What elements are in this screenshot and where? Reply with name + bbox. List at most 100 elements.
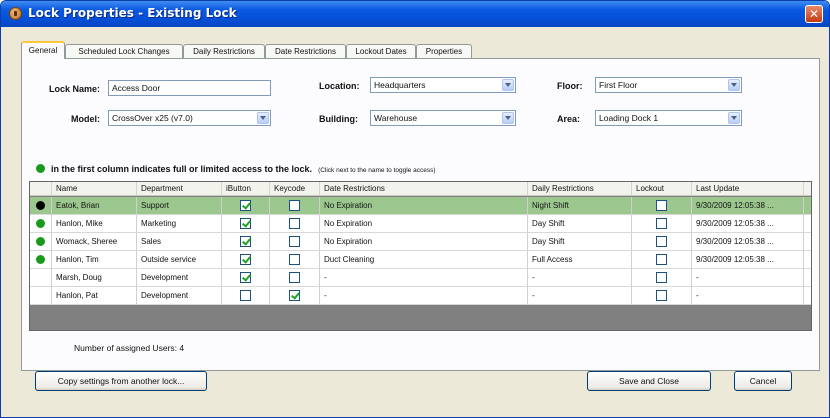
lock-name-value: Access Door bbox=[112, 83, 161, 93]
model-dropdown[interactable]: CrossOver x25 (v7.0) bbox=[108, 110, 271, 126]
access-cell[interactable] bbox=[30, 197, 52, 214]
chevron-down-icon[interactable] bbox=[728, 79, 740, 91]
ibutton-cell bbox=[222, 197, 270, 214]
building-dropdown[interactable]: Warehouse bbox=[370, 110, 516, 126]
lockout-checkbox[interactable] bbox=[656, 290, 667, 301]
lock-name-input[interactable]: Access Door bbox=[108, 80, 271, 96]
cell-date-restrictions: No Expiration bbox=[320, 215, 528, 232]
keycode-checkbox[interactable] bbox=[289, 200, 300, 211]
ibutton-cell bbox=[222, 251, 270, 268]
location-value: Headquarters bbox=[374, 80, 426, 90]
keycode-checkbox[interactable] bbox=[289, 254, 300, 265]
ibutton-cell bbox=[222, 233, 270, 250]
lockout-checkbox[interactable] bbox=[656, 236, 667, 247]
chevron-down-icon[interactable] bbox=[502, 112, 514, 124]
cell-date-restrictions: No Expiration bbox=[320, 197, 528, 214]
ibutton-checkbox[interactable] bbox=[240, 200, 251, 211]
area-dropdown[interactable]: Loading Dock 1 bbox=[595, 110, 742, 126]
lock-properties-window: Lock Properties - Existing Lock ✕ Genera… bbox=[0, 0, 830, 418]
column-header-name[interactable]: Name bbox=[52, 182, 137, 195]
ibutton-checkbox[interactable] bbox=[240, 218, 251, 229]
column-header-date-restrictions[interactable]: Date Restrictions bbox=[320, 182, 528, 195]
keycode-checkbox[interactable] bbox=[289, 236, 300, 247]
title-bar[interactable]: Lock Properties - Existing Lock ✕ bbox=[1, 1, 829, 27]
column-header-lockout[interactable]: Lockout bbox=[632, 182, 692, 195]
location-dropdown[interactable]: Headquarters bbox=[370, 77, 516, 93]
tab-properties[interactable]: Properties bbox=[416, 44, 472, 58]
cell-daily-restrictions: Day Shift bbox=[528, 233, 632, 250]
keycode-checkbox[interactable] bbox=[289, 272, 300, 283]
access-dot-icon[interactable] bbox=[36, 237, 45, 246]
table-row[interactable]: Hanlon, Mike Marketing No Expiration Day Sh… bbox=[30, 215, 811, 233]
access-cell[interactable] bbox=[30, 233, 52, 250]
lockout-checkbox[interactable] bbox=[656, 272, 667, 283]
access-cell[interactable] bbox=[30, 251, 52, 268]
access-dot-icon[interactable] bbox=[36, 255, 45, 264]
assigned-users-count: Number of assigned Users: 4 bbox=[74, 343, 185, 353]
cell-last-update: 9/30/2009 12:05:38 ... bbox=[692, 251, 804, 268]
cell-daily-restrictions: Full Access bbox=[528, 251, 632, 268]
keycode-checkbox[interactable] bbox=[289, 290, 300, 301]
save-and-close-button[interactable]: Save and Close bbox=[587, 371, 711, 391]
column-header-access[interactable] bbox=[30, 182, 52, 195]
lockout-cell bbox=[632, 215, 692, 232]
tab-scheduled-lock-changes[interactable]: Scheduled Lock Changes bbox=[65, 44, 183, 58]
lockout-checkbox[interactable] bbox=[656, 254, 667, 265]
chevron-down-icon[interactable] bbox=[502, 79, 514, 91]
keycode-cell bbox=[270, 233, 320, 250]
access-legend-text: in the first column indicates full or li… bbox=[51, 164, 313, 174]
tab-date-restrictions[interactable]: Date Restrictions bbox=[265, 44, 346, 58]
keycode-cell bbox=[270, 197, 320, 214]
lock-icon bbox=[9, 7, 22, 20]
location-label: Location: bbox=[319, 81, 360, 91]
access-dot-icon[interactable] bbox=[36, 219, 45, 228]
grid-header: Name Department iButton Keycode Date Res… bbox=[30, 182, 811, 196]
column-header-ibutton[interactable]: iButton bbox=[222, 182, 270, 195]
ibutton-checkbox[interactable] bbox=[240, 254, 251, 265]
table-row[interactable]: Eatok, Brian Support No Expiration Night Sh… bbox=[30, 197, 811, 215]
floor-dropdown[interactable]: First Floor bbox=[595, 77, 742, 93]
column-header-department[interactable]: Department bbox=[137, 182, 222, 195]
building-label: Building: bbox=[319, 114, 358, 124]
access-dot-icon bbox=[36, 164, 45, 173]
cell-name: Marsh, Doug bbox=[52, 269, 137, 286]
lockout-checkbox[interactable] bbox=[656, 218, 667, 229]
table-row[interactable]: Womack, Sheree Sales No Expiration Day Shif… bbox=[30, 233, 811, 251]
tab-general[interactable]: General bbox=[21, 41, 65, 59]
cell-department: Outside service bbox=[137, 251, 222, 268]
area-value: Loading Dock 1 bbox=[599, 113, 659, 123]
cell-name: Hanlon, Mike bbox=[52, 215, 137, 232]
table-row[interactable]: Marsh, Doug Development - - - bbox=[30, 269, 811, 287]
cell-department: Marketing bbox=[137, 215, 222, 232]
ibutton-checkbox[interactable] bbox=[240, 272, 251, 283]
chevron-down-icon[interactable] bbox=[257, 112, 269, 124]
cell-name: Hanlon, Pat bbox=[52, 287, 137, 304]
chevron-down-icon[interactable] bbox=[728, 112, 740, 124]
cell-department: Sales bbox=[137, 233, 222, 250]
table-row[interactable]: Hanlon, Pat Development - - - bbox=[30, 287, 811, 305]
lockout-cell bbox=[632, 197, 692, 214]
cell-last-update: 9/30/2009 12:05:38 ... bbox=[692, 215, 804, 232]
access-legend: in the first column indicates full or li… bbox=[36, 164, 435, 174]
access-cell[interactable] bbox=[30, 215, 52, 232]
keycode-cell bbox=[270, 287, 320, 304]
keycode-checkbox[interactable] bbox=[289, 218, 300, 229]
column-header-last-update[interactable]: Last Update bbox=[692, 182, 804, 195]
ibutton-checkbox[interactable] bbox=[240, 290, 251, 301]
access-cell[interactable] bbox=[30, 287, 52, 304]
model-label: Model: bbox=[71, 114, 100, 124]
tab-daily-restrictions[interactable]: Daily Restrictions bbox=[183, 44, 265, 58]
lock-name-label: Lock Name: bbox=[49, 84, 101, 94]
copy-settings-button[interactable]: Copy settings from another lock... bbox=[35, 371, 207, 391]
access-cell[interactable] bbox=[30, 269, 52, 286]
column-header-keycode[interactable]: Keycode bbox=[270, 182, 320, 195]
table-row[interactable]: Hanlon, Tim Outside service Duct Cleaning F… bbox=[30, 251, 811, 269]
access-dot-icon[interactable] bbox=[36, 201, 45, 210]
users-grid: Name Department iButton Keycode Date Res… bbox=[29, 181, 812, 331]
column-header-daily-restrictions[interactable]: Daily Restrictions bbox=[528, 182, 632, 195]
lockout-checkbox[interactable] bbox=[656, 200, 667, 211]
ibutton-checkbox[interactable] bbox=[240, 236, 251, 247]
close-button[interactable]: ✕ bbox=[805, 5, 823, 23]
cancel-button[interactable]: Cancel bbox=[734, 371, 792, 391]
tab-lockout-dates[interactable]: Lockout Dates bbox=[346, 44, 416, 58]
